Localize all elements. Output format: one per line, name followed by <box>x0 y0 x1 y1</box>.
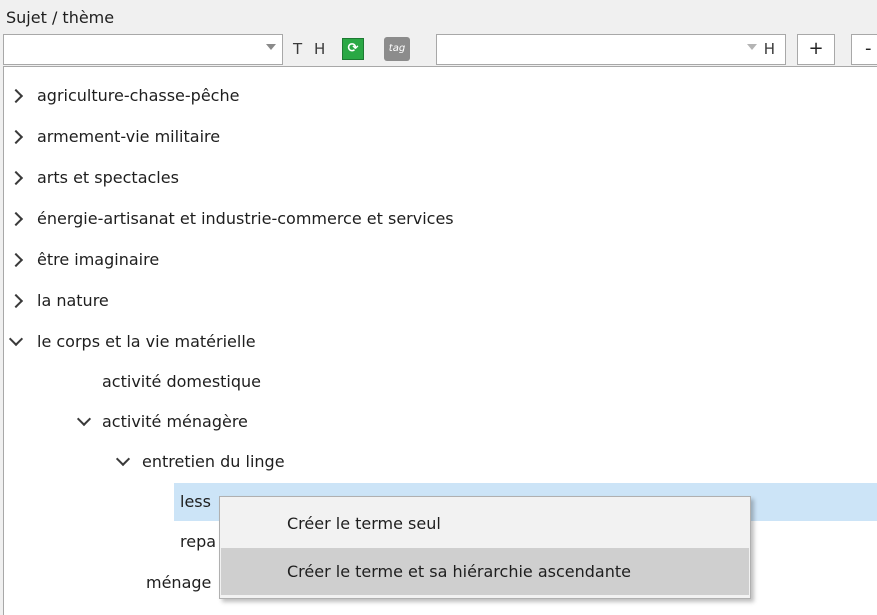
tree-item-label: entretien du linge <box>142 452 285 471</box>
tree-item-label: activité ménagère <box>102 412 248 431</box>
tree-item-selected[interactable]: less <box>180 483 211 521</box>
tree-item-label: activité domestique <box>102 372 262 391</box>
chevron-down-icon[interactable] <box>115 451 131 467</box>
tree-item-label: agriculture-chasse-pêche <box>37 86 240 105</box>
tree-item-label: la nature <box>37 291 109 310</box>
tag-icon-text: tag <box>388 43 406 54</box>
tree-item[interactable]: ménage <box>146 564 211 602</box>
chevron-right-icon[interactable] <box>8 129 24 145</box>
context-menu: Créer le terme seul Créer le terme et sa… <box>219 496 751 599</box>
tree-item[interactable]: être imaginaire <box>8 241 160 279</box>
chevron-right-icon[interactable] <box>8 170 24 186</box>
subject-theme-label: Sujet / thème <box>6 8 115 27</box>
tree-item[interactable]: le corps et la vie matérielle <box>8 323 256 361</box>
subject-combo[interactable] <box>3 34 283 65</box>
tree-item[interactable]: la nature <box>8 282 109 320</box>
chevron-down-icon[interactable] <box>266 44 276 50</box>
chevron-right-icon[interactable] <box>8 211 24 227</box>
remove-button[interactable]: - <box>851 34 877 65</box>
chevron-down-icon[interactable] <box>76 411 92 427</box>
tree-item-label: ménage <box>146 573 212 592</box>
tree-item[interactable]: énergie-artisanat et industrie-commerce … <box>8 200 454 238</box>
reload-icon[interactable]: ⟳ <box>342 38 364 60</box>
secondary-h-button[interactable]: H <box>764 40 775 58</box>
tree-item-label: less <box>180 492 211 511</box>
menu-item-create-term-with-hierarchy[interactable]: Créer le terme et sa hiérarchie ascendan… <box>221 548 749 595</box>
tree-item[interactable]: repa <box>180 523 216 561</box>
tag-icon[interactable]: tag <box>384 37 410 61</box>
secondary-combo[interactable]: H <box>436 34 786 65</box>
tree-item[interactable]: arts et spectacles <box>8 159 179 197</box>
h-button[interactable]: H <box>314 40 325 58</box>
tree-item-label: armement-vie militaire <box>37 127 221 146</box>
tree-item-label: arts et spectacles <box>37 168 179 187</box>
tree-item[interactable]: armement-vie militaire <box>8 118 221 156</box>
tree-item-label: repa <box>180 532 217 551</box>
t-button[interactable]: T <box>293 40 302 58</box>
menu-item-create-term-only[interactable]: Créer le terme seul <box>221 500 749 547</box>
tree-item[interactable]: entretien du linge <box>115 443 285 481</box>
chevron-right-icon[interactable] <box>8 293 24 309</box>
chevron-right-icon[interactable] <box>8 252 24 268</box>
chevron-right-icon[interactable] <box>8 88 24 104</box>
add-button[interactable]: + <box>797 34 835 65</box>
tree-item[interactable]: agriculture-chasse-pêche <box>8 77 240 115</box>
tree-item-label: être imaginaire <box>37 250 160 269</box>
chevron-down-icon[interactable] <box>747 44 757 50</box>
tree-item-label: énergie-artisanat et industrie-commerce … <box>37 209 454 228</box>
tree-item[interactable]: activité ménagère <box>76 403 248 441</box>
chevron-down-icon[interactable] <box>8 331 24 347</box>
tree-item-label: le corps et la vie matérielle <box>37 332 256 351</box>
tree-item[interactable]: activité domestique <box>102 363 261 401</box>
